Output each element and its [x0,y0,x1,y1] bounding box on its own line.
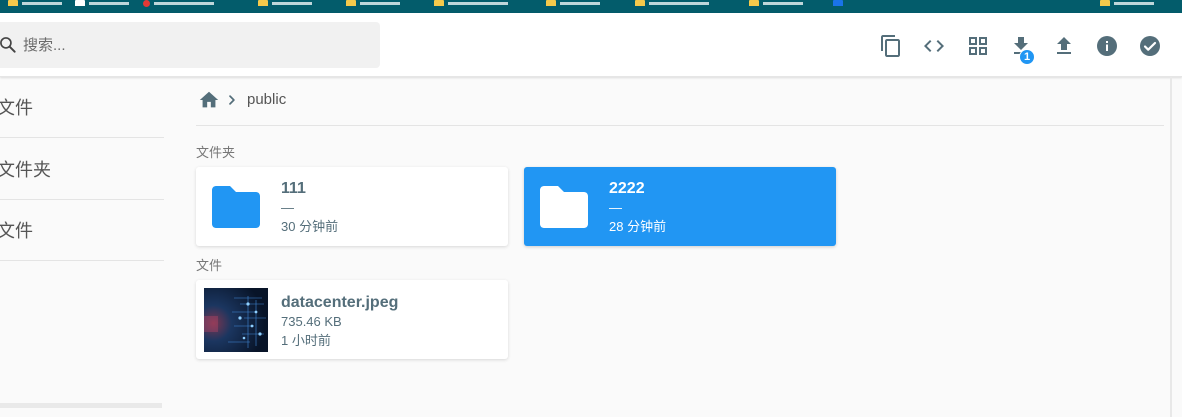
search-icon [0,37,16,53]
grid-view-icon [969,37,987,55]
bookmark-item[interactable] [143,0,214,7]
select-button[interactable] [1137,33,1163,59]
folder-size: — [609,200,622,215]
code-icon [924,40,944,52]
info-button[interactable] [1094,33,1120,59]
sidebar-item-file[interactable]: 文件 [0,200,164,261]
bookmark-item[interactable] [346,0,400,6]
file-size: 735.46 KB [281,314,342,329]
bookmark-item[interactable] [635,0,709,6]
file-name: datacenter.jpeg [281,294,399,311]
bookmark-item[interactable] [749,0,803,6]
folder-size: — [281,200,294,215]
breadcrumb-item[interactable]: public [247,91,286,108]
app-header: 1 [0,13,1182,77]
page-icon [75,0,85,6]
breadcrumb: public [196,88,1164,126]
folder-icon [635,0,645,6]
bookmark-item[interactable] [546,0,600,6]
folder-icon [540,186,588,228]
site-icon [833,0,843,6]
folder-modified: 30 分钟前 [281,219,339,234]
sidebar-divider [0,403,162,408]
bookmark-item[interactable] [75,0,129,6]
page-edge [1170,77,1172,417]
search-input[interactable] [23,34,353,56]
folder-icon [258,0,268,6]
select-check-icon [1140,36,1160,56]
copy-button[interactable] [878,33,904,59]
bookmark-item[interactable] [8,0,62,6]
bookmark-item[interactable] [258,0,312,6]
sidebar: 文件 文件夹 文件 [0,77,164,417]
code-button[interactable] [921,33,947,59]
bookmark-item[interactable] [434,0,508,6]
sidebar-item-label: 文件 [0,98,33,118]
folder-icon [346,0,356,6]
copy-icon [881,35,900,57]
upload-button[interactable] [1051,33,1077,59]
folder-icon [212,186,260,228]
sidebar-item-label: 文件夹 [0,160,51,180]
grid-view-button[interactable] [965,33,991,59]
chevron-right-icon [229,95,235,105]
bookmark-item[interactable] [833,0,843,6]
sidebar-item-folder[interactable]: 文件夹 [0,139,164,200]
file-modified: 1 小时前 [281,333,331,348]
download-button[interactable]: 1 [1008,33,1035,65]
upload-icon [1057,37,1071,54]
sidebar-item-files[interactable]: 文件 [0,77,164,138]
folder-card-2222[interactable]: 2222 — 28 分钟前 [524,167,836,246]
folder-icon [434,0,444,6]
folder-icon [749,0,759,6]
folder-name: 111 [281,180,306,197]
folders-section-label: 文件夹 [196,145,236,160]
home-icon[interactable] [198,89,220,111]
bookmark-item[interactable] [1100,0,1154,6]
search-box[interactable] [0,22,380,68]
folder-icon [1100,0,1110,6]
file-card-datacenter[interactable]: datacenter.jpeg 735.46 KB 1 小时前 [196,280,508,359]
folder-modified: 28 分钟前 [609,219,667,234]
bookmarks-bar [0,0,1182,13]
folder-card-111[interactable]: 111 — 30 分钟前 [196,167,508,246]
sidebar-item-label: 文件 [0,221,33,241]
folder-icon [8,0,18,6]
folder-icon [546,0,556,6]
info-icon [1097,36,1117,56]
site-icon [143,0,150,7]
image-thumbnail [204,288,268,352]
folder-name: 2222 [609,180,645,197]
files-section-label: 文件 [196,258,223,273]
download-count-badge: 1 [1019,49,1035,65]
